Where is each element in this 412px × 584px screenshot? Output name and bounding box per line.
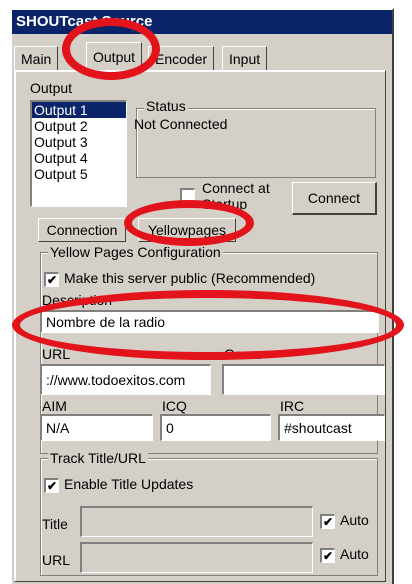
- auto-url-checkbox[interactable]: ✔: [320, 548, 335, 563]
- genre-input[interactable]: [226, 370, 384, 390]
- subtab-connection[interactable]: Connection: [38, 218, 126, 242]
- icq-label: ICQ: [162, 398, 187, 414]
- output-list-item[interactable]: Output 3: [32, 134, 126, 150]
- status-label: Status: [144, 98, 188, 114]
- window-title: SHOUTcast Source: [12, 10, 392, 34]
- output-list-item[interactable]: Output 5: [32, 166, 126, 182]
- irc-field-box: [278, 414, 385, 441]
- aim-label: AIM: [42, 398, 67, 414]
- track-url-label: URL: [42, 552, 71, 568]
- yellow-pages-title: Yellow Pages Configuration: [48, 244, 223, 260]
- output-list[interactable]: Output 1 Output 2 Output 3 Output 4 Outp…: [30, 100, 127, 207]
- auto-title-checkbox[interactable]: ✔: [320, 514, 335, 529]
- output-list-item[interactable]: Output 1: [32, 102, 126, 118]
- output-label: Output: [30, 80, 73, 96]
- irc-input[interactable]: [282, 418, 384, 438]
- enable-title-updates-label: Enable Title Updates: [64, 476, 194, 492]
- url-field-box: [40, 364, 211, 395]
- title-input[interactable]: [84, 512, 312, 532]
- highlight-ring-yellowpages-tab: [124, 200, 254, 246]
- url-input[interactable]: [44, 370, 210, 390]
- title-label: Title: [42, 516, 68, 532]
- auto-title-label: Auto: [340, 512, 369, 528]
- tab-main[interactable]: Main: [14, 46, 59, 71]
- status-value: Not Connected: [134, 116, 228, 132]
- genre-field-box: [222, 364, 385, 395]
- enable-title-updates-checkbox[interactable]: ✔: [44, 478, 59, 493]
- track-title-label: Track Title/URL: [48, 450, 148, 466]
- make-public-checkbox[interactable]: ✔: [44, 272, 59, 287]
- output-list-item[interactable]: Output 4: [32, 150, 126, 166]
- track-url-input[interactable]: [84, 548, 312, 568]
- tab-input[interactable]: Input: [222, 46, 268, 71]
- auto-url-label: Auto: [340, 546, 369, 562]
- highlight-ring-description: [12, 290, 404, 360]
- track-url-field-box: [80, 542, 313, 573]
- highlight-ring-output-tab: [62, 18, 160, 80]
- make-public-label: Make this server public (Recommended): [64, 270, 316, 286]
- aim-field-box: [40, 414, 153, 441]
- output-list-item[interactable]: Output 2: [32, 118, 126, 134]
- title-field-box: [80, 506, 313, 537]
- connect-button[interactable]: Connect: [292, 182, 377, 215]
- icq-input[interactable]: [164, 418, 270, 438]
- icq-field-box: [160, 414, 271, 441]
- aim-input[interactable]: [44, 418, 152, 438]
- irc-label: IRC: [280, 398, 305, 414]
